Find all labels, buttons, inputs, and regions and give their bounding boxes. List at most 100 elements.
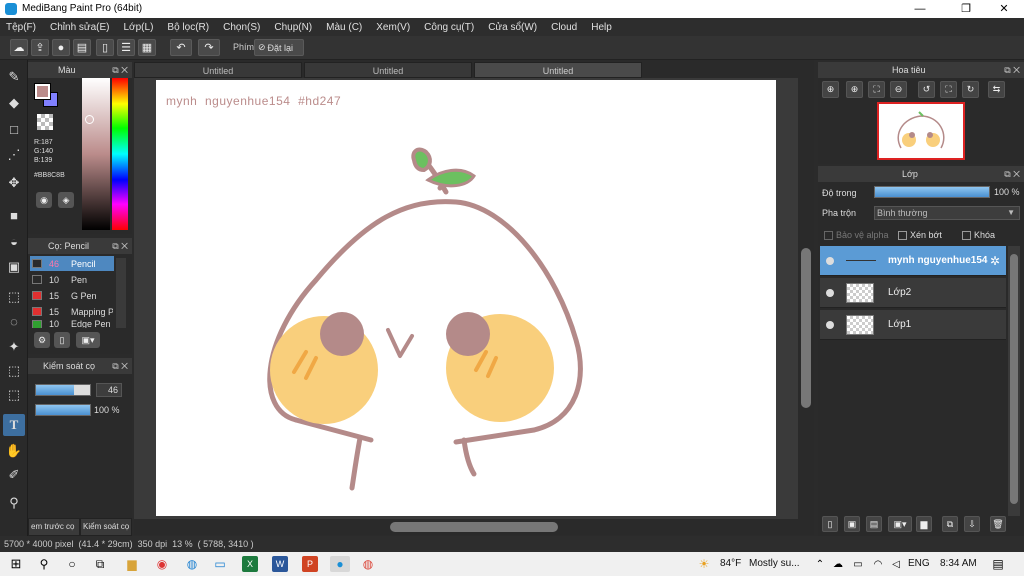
app-icon[interactable]: ◉ — [154, 556, 170, 572]
panel-controls-icon[interactable]: ⧉ ✕ — [112, 238, 128, 254]
color-settings-icon[interactable]: ◈ — [58, 192, 74, 208]
zoom-out-icon[interactable]: ⊖ — [890, 81, 907, 98]
scroll-thumb[interactable] — [1010, 254, 1018, 504]
clock-time[interactable]: 8:34 AM — [940, 558, 977, 569]
layer-row[interactable]: Lớp1 — [820, 310, 1006, 340]
word-icon[interactable]: W — [272, 556, 288, 572]
brush-item[interactable]: 46 Pencil — [30, 256, 114, 271]
maximize-button[interactable]: ❐ — [946, 0, 986, 18]
brush-item[interactable]: 15 Mapping Pen — [30, 304, 114, 319]
menu-snap[interactable]: Chụp(N) — [274, 22, 312, 33]
page-icon[interactable]: ▯ — [96, 39, 114, 56]
lasso-tool-icon[interactable]: ◌ — [3, 310, 25, 332]
canvas-vertical-scrollbar[interactable] — [798, 78, 814, 520]
menu-cloud[interactable]: Cloud — [551, 22, 577, 33]
menu-edit[interactable]: Chỉnh sửa(E) — [50, 22, 110, 33]
fit-screen-icon[interactable]: ⛶ — [940, 81, 957, 98]
panel-controls-icon[interactable]: ⧉ ✕ — [112, 62, 128, 78]
powerpoint-icon[interactable]: P — [302, 556, 318, 572]
dot-tool-icon[interactable]: ⋰ — [3, 144, 25, 166]
menu-select[interactable]: Chọn(S) — [223, 22, 260, 33]
chat-icon[interactable]: ▤ — [73, 39, 91, 56]
color-picker-cursor[interactable] — [85, 115, 94, 124]
page-add-icon[interactable]: ▦ — [138, 39, 156, 56]
menu-tools[interactable]: Công cụ(T) — [424, 22, 474, 33]
tab-brush-control[interactable]: Kiểm soát cọ — [80, 518, 132, 536]
document-tab[interactable]: Untitled — [304, 62, 472, 78]
panel-controls-icon[interactable]: ⧉ ✕ — [1004, 62, 1020, 78]
chrome-icon[interactable]: ◍ — [360, 556, 376, 572]
text-tool-icon[interactable]: T — [3, 414, 25, 436]
comment-icon[interactable]: ● — [52, 39, 70, 56]
fill-rect-tool-icon[interactable]: ■ — [3, 204, 25, 226]
rotate-left-icon[interactable]: ↺ — [918, 81, 935, 98]
select-rect-tool-icon[interactable]: ⬚ — [3, 286, 25, 308]
edge-browser-icon[interactable]: ◍ — [184, 556, 200, 572]
search-icon[interactable]: ⚲ — [36, 556, 52, 572]
select-pen-tool-icon[interactable]: ⬚ — [3, 360, 25, 382]
flip-icon[interactable]: ⇆ — [988, 81, 1005, 98]
wifi-icon[interactable]: ◠ — [870, 556, 886, 572]
reset-button[interactable]: ⊘ Đặt lại — [254, 39, 304, 56]
hue-slider[interactable] — [112, 78, 128, 230]
hand-tool-icon[interactable]: ✋ — [3, 440, 25, 462]
gradient-tool-icon[interactable]: ▣ — [3, 256, 25, 278]
menu-file[interactable]: Tệp(F) — [6, 22, 36, 33]
new-color-layer-icon[interactable]: ▣ — [844, 516, 860, 532]
blend-mode-select[interactable]: Bình thường ▼ — [874, 206, 1020, 220]
document-tab-active[interactable]: Untitled — [474, 62, 642, 78]
menu-help[interactable]: Help — [591, 22, 612, 33]
upload-icon[interactable]: ⇪ — [31, 39, 49, 56]
close-button[interactable]: ✕ — [984, 0, 1024, 18]
panel-controls-icon[interactable]: ⧉ ✕ — [112, 358, 128, 374]
volume-icon[interactable]: ◁ — [888, 556, 904, 572]
menu-filter[interactable]: Bộ lọc(R) — [167, 22, 209, 33]
brush-opacity-slider[interactable] — [35, 404, 91, 416]
redo-icon[interactable]: ↷ — [198, 39, 220, 56]
canvas-horizontal-scrollbar[interactable] — [134, 519, 814, 535]
eraser-tool-icon[interactable]: ◆ — [3, 92, 25, 114]
weather-temperature[interactable]: 84°F — [720, 558, 741, 569]
medibang-taskbar-icon[interactable]: ● — [330, 556, 350, 572]
move-tool-icon[interactable]: ✥ — [3, 172, 25, 194]
menu-view[interactable]: Xem(V) — [376, 22, 410, 33]
new-halftone-layer-icon[interactable]: ▤ — [866, 516, 882, 532]
layer-row[interactable]: Lớp2 — [820, 278, 1006, 308]
windows-start-icon[interactable]: ⊞ — [8, 556, 24, 572]
gear-icon[interactable]: ✲ — [990, 254, 1000, 268]
visibility-icon[interactable] — [826, 321, 834, 329]
visibility-icon[interactable] — [826, 257, 834, 265]
merge-down-icon[interactable]: ⇩ — [964, 516, 980, 532]
brush-item[interactable]: 15 G Pen — [30, 288, 114, 303]
brush-size-slider[interactable] — [35, 384, 91, 396]
lock-checkbox[interactable]: Khóa — [962, 230, 995, 240]
scroll-thumb[interactable] — [801, 248, 811, 408]
brush-tool-icon[interactable]: ✎ — [3, 66, 25, 88]
palette-icon[interactable]: ◉ — [36, 192, 52, 208]
brush-new-icon[interactable]: ▯ — [54, 332, 70, 348]
battery-icon[interactable]: ▭ — [850, 556, 866, 572]
panel-controls-icon[interactable]: ⧉ ✕ — [1004, 166, 1020, 182]
duplicate-layer-icon[interactable]: ⧉ — [942, 516, 958, 532]
rotate-right-icon[interactable]: ↻ — [962, 81, 979, 98]
select-eraser-tool-icon[interactable]: ⬚ — [3, 384, 25, 406]
weather-description[interactable]: Mostly su... — [749, 558, 800, 569]
foreground-color-swatch[interactable] — [34, 83, 51, 100]
monitor-icon[interactable]: ▭ — [212, 556, 228, 572]
brush-add-menu-icon[interactable]: ▣▾ — [76, 332, 100, 348]
brush-settings-icon[interactable]: ⚙ — [34, 332, 50, 348]
minimize-button[interactable]: — — [900, 0, 940, 18]
shape-tool-icon[interactable]: □ — [3, 118, 25, 140]
fit-icon[interactable]: ⛶ — [868, 81, 885, 98]
drawing-canvas[interactable]: mynh nguyenhue154 #hd247 — [156, 80, 776, 516]
input-language[interactable]: ENG — [908, 558, 930, 569]
notification-icon[interactable]: ▤ — [990, 556, 1006, 572]
task-view-icon[interactable]: ⧉ — [92, 556, 108, 572]
add-layer-menu-icon[interactable]: ▣▾ — [888, 516, 912, 532]
menu-window[interactable]: Cửa sổ(W) — [488, 22, 537, 33]
transparent-color-swatch[interactable] — [37, 114, 53, 130]
tab-brush-preview[interactable]: em trước cọ — [28, 518, 80, 536]
zoom-in-alt-icon[interactable]: ⊕ — [846, 81, 863, 98]
menu-color[interactable]: Màu (C) — [326, 22, 362, 33]
cortana-icon[interactable]: ○ — [64, 556, 80, 572]
